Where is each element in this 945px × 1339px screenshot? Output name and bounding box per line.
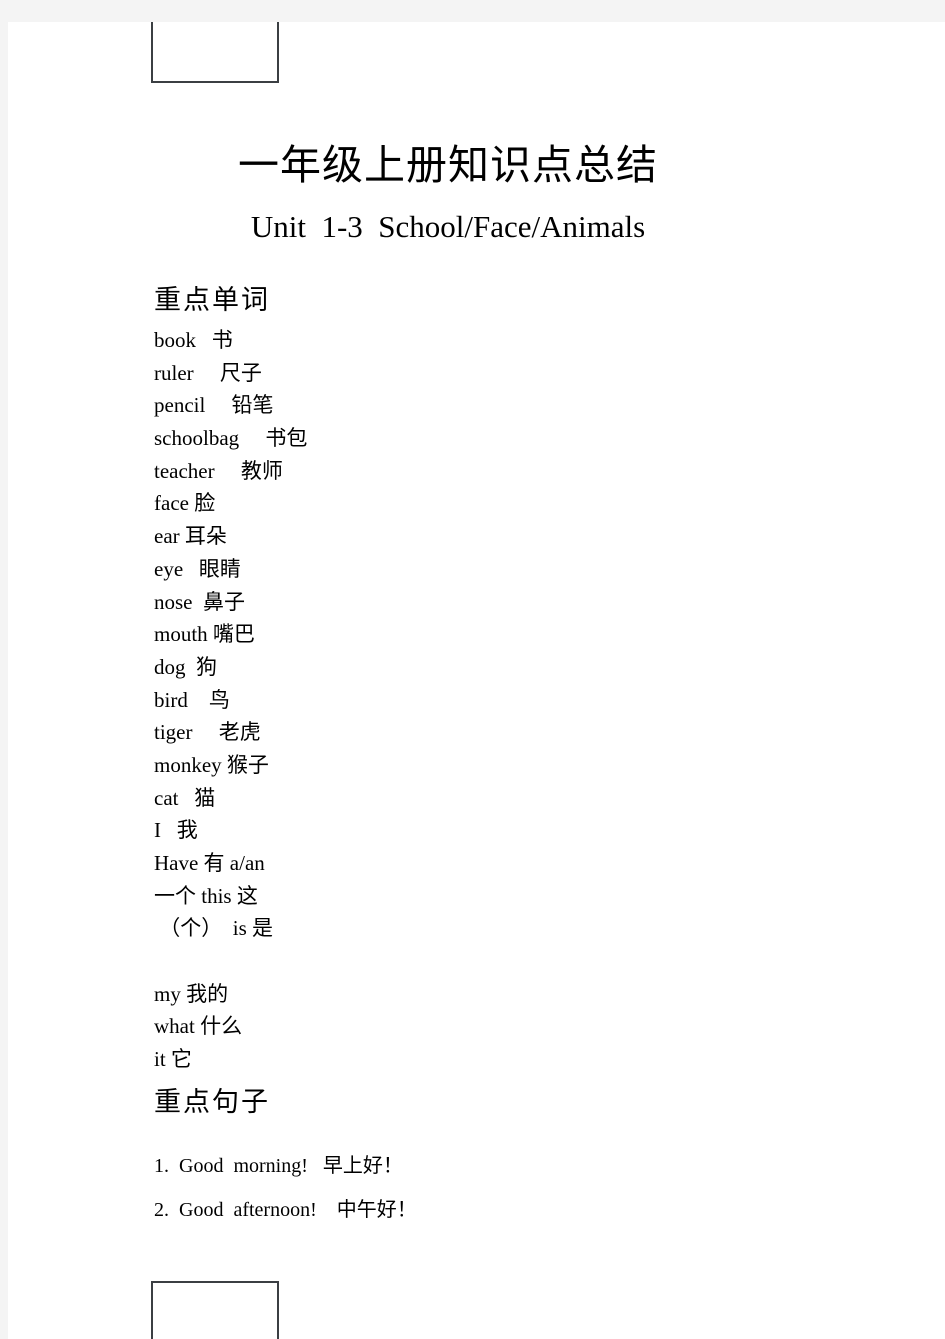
word-row: schoolbag 书包	[154, 426, 308, 451]
word-row: I 我	[154, 818, 198, 843]
word-row: teacher 教师	[154, 458, 283, 483]
word-row: it 它	[154, 1047, 192, 1072]
document-content: 一年级上册知识点总结 Unit 1-3 School/Face/Animals …	[8, 22, 945, 1339]
sentence-row: 2. Good afternoon! 中午好！	[154, 1199, 417, 1221]
word-row: book 书	[154, 328, 233, 352]
word-row: bird 鸟	[154, 687, 230, 712]
word-row: tiger 老虎	[154, 720, 261, 745]
word-row: face 脸	[154, 491, 216, 516]
word-row: dog 狗	[154, 654, 217, 679]
page-sheet: 一年级上册知识点总结 Unit 1-3 School/Face/Animals …	[8, 22, 945, 1339]
sentence-row: 1. Good morning! 早上好！	[154, 1155, 403, 1177]
page-title: 一年级上册知识点总结	[238, 142, 658, 188]
word-row: cat 猫	[154, 785, 216, 810]
word-row: ear 耳朵	[154, 524, 227, 549]
word-row: mouth 嘴巴	[154, 622, 255, 647]
section-heading-key-sentences: 重点句子	[154, 1087, 270, 1117]
key-sentences-list: 1. Good morning! 早上好！ 2. Good afternoon! …	[154, 1144, 794, 1232]
word-row: ruler 尺子	[154, 360, 262, 385]
page-subtitle: Unit 1-3 School/Face/Animals	[250, 209, 646, 244]
section-heading-key-words: 重点单词	[154, 285, 270, 315]
word-row: 一个 this 这	[154, 883, 258, 908]
word-row: my 我的	[154, 981, 229, 1006]
word-row: Have 有 a/an	[154, 851, 265, 875]
word-row: nose 鼻子	[154, 589, 245, 614]
word-row: eye 眼睛	[154, 556, 241, 581]
word-row: （个） is 是	[154, 916, 274, 941]
word-row-spacer	[154, 945, 674, 978]
word-row: what 什么	[154, 1014, 243, 1039]
word-row: monkey 猴子	[154, 752, 269, 777]
footer-frame-box	[151, 1281, 279, 1339]
word-row: pencil 铅笔	[154, 393, 274, 418]
key-words-list: book 书 ruler 尺子 pencil 铅笔 schoolbag 书包 teach…	[154, 324, 674, 1076]
